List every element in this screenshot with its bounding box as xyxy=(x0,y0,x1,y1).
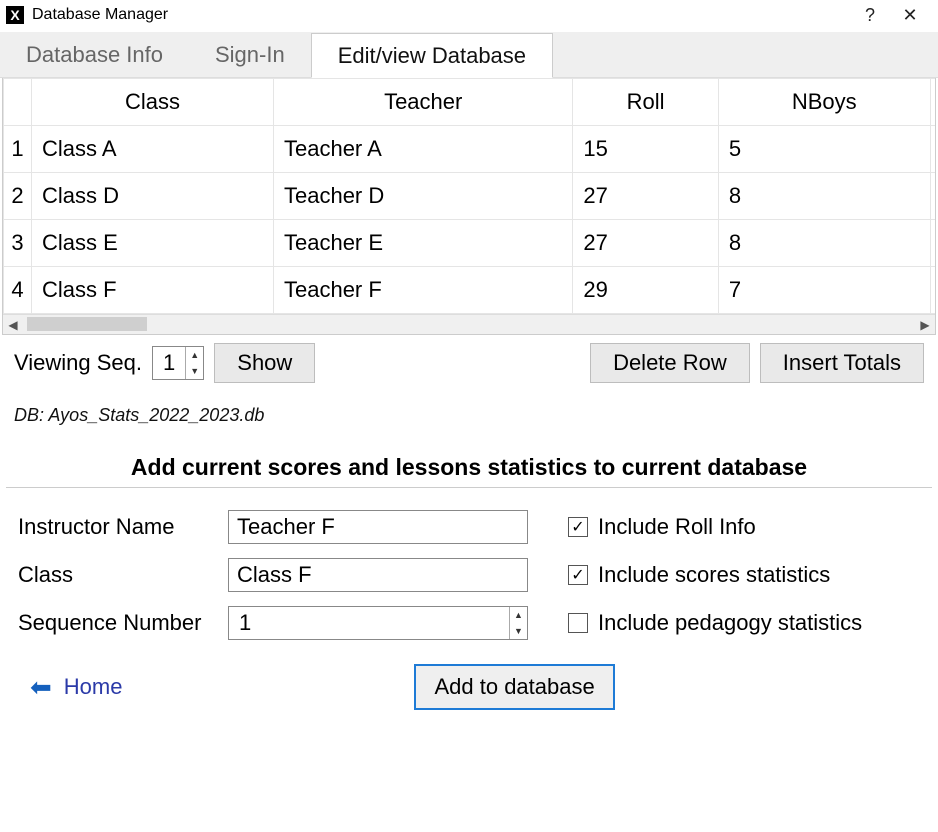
cell-class[interactable]: Class E xyxy=(32,220,274,267)
add-form: Instructor Name ✓ Include Roll Info Clas… xyxy=(0,488,938,650)
include-pedagogy-label: Include pedagogy statistics xyxy=(598,610,862,636)
cell-ngirls[interactable]: 19 xyxy=(930,173,936,220)
cell-class[interactable]: Class D xyxy=(32,173,274,220)
tab-edit-view-database[interactable]: Edit/view Database xyxy=(311,33,553,78)
class-input[interactable] xyxy=(228,558,528,592)
checkbox-checked-icon[interactable]: ✓ xyxy=(568,565,588,585)
tab-database-info[interactable]: Database Info xyxy=(0,32,189,77)
row-number: 3 xyxy=(4,220,32,267)
include-roll-label: Include Roll Info xyxy=(598,514,756,540)
include-pedagogy-checkbox[interactable]: Include pedagogy statistics xyxy=(568,610,920,636)
stepper-down-icon[interactable]: ▼ xyxy=(186,363,203,379)
help-button[interactable]: ? xyxy=(850,5,890,26)
close-button[interactable]: ✕ xyxy=(890,5,930,26)
cell-teacher[interactable]: Teacher D xyxy=(273,173,572,220)
tab-sign-in[interactable]: Sign-In xyxy=(189,32,311,77)
sequence-number-value[interactable]: 1 xyxy=(229,607,509,639)
cell-teacher[interactable]: Teacher E xyxy=(273,220,572,267)
cell-nboys[interactable]: 8 xyxy=(718,220,930,267)
db-file-label: DB: Ayos_Stats_2022_2023.db xyxy=(0,387,938,432)
grid-toolbar: Viewing Seq. 1 ▲ ▼ Show Delete Row Inser… xyxy=(0,335,938,387)
viewing-seq-label: Viewing Seq. xyxy=(14,350,142,376)
titlebar: X Database Manager ? ✕ xyxy=(0,0,938,32)
window-title: Database Manager xyxy=(32,6,850,24)
table-row[interactable]: 3 Class E Teacher E 27 8 19 xyxy=(4,220,937,267)
cell-ngirls[interactable]: 22 xyxy=(930,267,936,314)
cell-nboys[interactable]: 8 xyxy=(718,173,930,220)
cell-nboys[interactable]: 5 xyxy=(718,126,930,173)
row-number: 4 xyxy=(4,267,32,314)
include-roll-checkbox[interactable]: ✓ Include Roll Info xyxy=(568,514,920,540)
cell-class[interactable]: Class A xyxy=(32,126,274,173)
show-button[interactable]: Show xyxy=(214,343,315,383)
stepper-up-icon[interactable]: ▲ xyxy=(186,347,203,363)
checkbox-unchecked-icon[interactable] xyxy=(568,613,588,633)
table-row[interactable]: 4 Class F Teacher F 29 7 22 xyxy=(4,267,937,314)
section-title: Add current scores and lessons statistic… xyxy=(6,432,932,488)
delete-row-button[interactable]: Delete Row xyxy=(590,343,750,383)
instructor-name-input[interactable] xyxy=(228,510,528,544)
sequence-number-label: Sequence Number xyxy=(18,610,228,636)
cell-teacher[interactable]: Teacher F xyxy=(273,267,572,314)
add-to-database-button[interactable]: Add to database xyxy=(414,664,614,710)
cell-teacher[interactable]: Teacher A xyxy=(273,126,572,173)
stepper-down-icon[interactable]: ▼ xyxy=(510,623,527,639)
row-number: 1 xyxy=(4,126,32,173)
table-row[interactable]: 1 Class A Teacher A 15 5 10 xyxy=(4,126,937,173)
scroll-thumb[interactable] xyxy=(27,317,147,331)
col-roll[interactable]: Roll xyxy=(573,79,718,126)
include-scores-checkbox[interactable]: ✓ Include scores statistics xyxy=(568,562,920,588)
footer: ⬅ Home Add to database xyxy=(0,650,938,724)
back-arrow-icon[interactable]: ⬅ xyxy=(30,672,52,703)
cell-roll[interactable]: 29 xyxy=(573,267,718,314)
table-row[interactable]: 2 Class D Teacher D 27 8 19 xyxy=(4,173,937,220)
home-link[interactable]: Home xyxy=(64,674,123,700)
insert-totals-button[interactable]: Insert Totals xyxy=(760,343,924,383)
cell-roll[interactable]: 27 xyxy=(573,220,718,267)
data-grid[interactable]: Class Teacher Roll NBoys N 1 Class A Tea… xyxy=(2,78,936,335)
checkbox-checked-icon[interactable]: ✓ xyxy=(568,517,588,537)
cell-ngirls[interactable]: 10 xyxy=(930,126,936,173)
cell-roll[interactable]: 15 xyxy=(573,126,718,173)
instructor-name-label: Instructor Name xyxy=(18,514,228,540)
sequence-number-stepper[interactable]: 1 ▲ ▼ xyxy=(228,606,528,640)
cell-roll[interactable]: 27 xyxy=(573,173,718,220)
viewing-seq-stepper[interactable]: 1 ▲ ▼ xyxy=(152,346,204,380)
horizontal-scrollbar[interactable]: ◀ ▶ xyxy=(3,314,935,334)
col-ngirls-cut[interactable]: N xyxy=(930,79,936,126)
app-icon: X xyxy=(6,6,24,24)
class-label: Class xyxy=(18,562,228,588)
col-nboys[interactable]: NBoys xyxy=(718,79,930,126)
viewing-seq-value[interactable]: 1 xyxy=(153,347,185,379)
tabbar: Database Info Sign-In Edit/view Database xyxy=(0,32,938,78)
cell-nboys[interactable]: 7 xyxy=(718,267,930,314)
table-header-row: Class Teacher Roll NBoys N xyxy=(4,79,937,126)
include-scores-label: Include scores statistics xyxy=(598,562,830,588)
col-teacher[interactable]: Teacher xyxy=(273,79,572,126)
scroll-left-icon[interactable]: ◀ xyxy=(3,315,23,335)
row-number: 2 xyxy=(4,173,32,220)
scroll-right-icon[interactable]: ▶ xyxy=(915,315,935,335)
col-class[interactable]: Class xyxy=(32,79,274,126)
stepper-up-icon[interactable]: ▲ xyxy=(510,607,527,623)
cell-class[interactable]: Class F xyxy=(32,267,274,314)
cell-ngirls[interactable]: 19 xyxy=(930,220,936,267)
